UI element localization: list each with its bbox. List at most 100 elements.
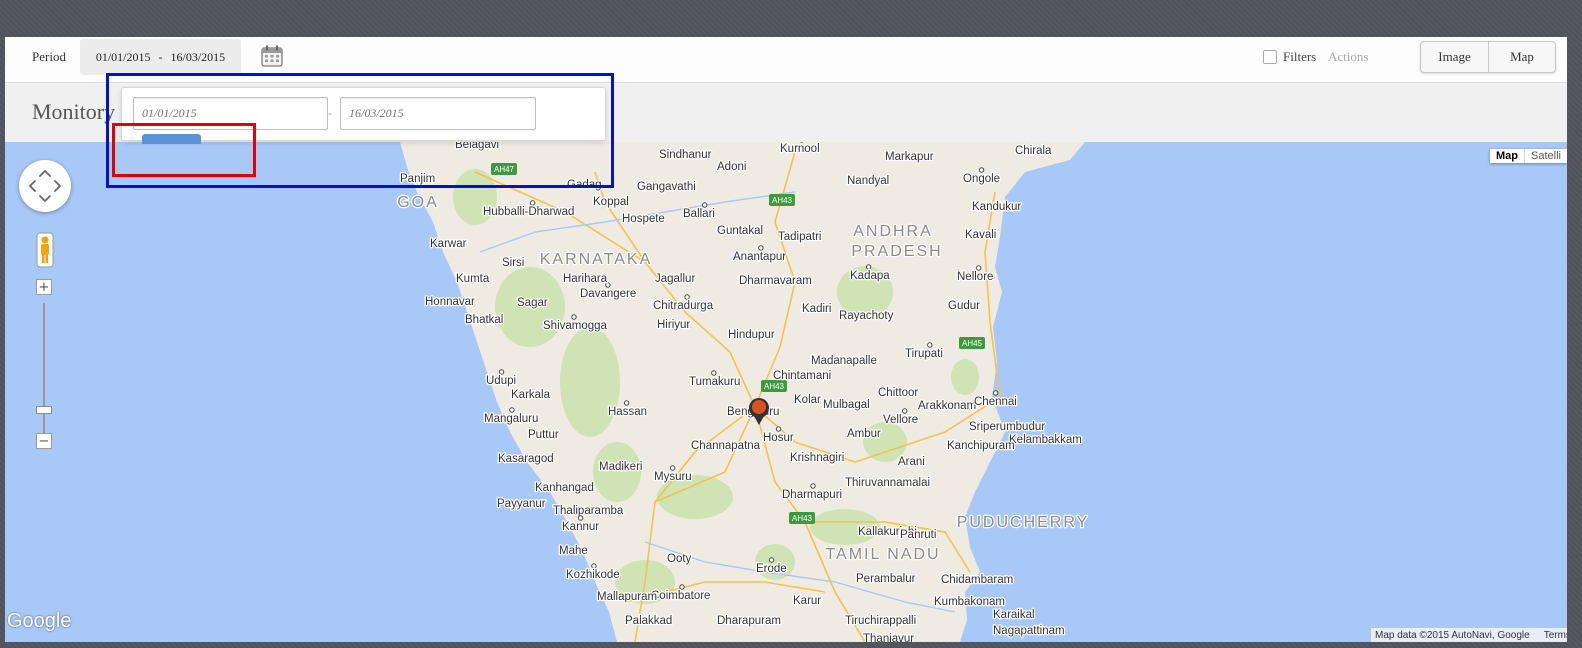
place-label: Markapur <box>885 151 934 163</box>
place-label: Shivamogga <box>543 320 608 332</box>
place-label: Panjim <box>400 173 435 185</box>
place-label: Guntakal <box>717 225 763 237</box>
page-title: Monitory <box>32 99 116 124</box>
place-label: Sirsi <box>502 257 524 269</box>
place-label: Kumta <box>456 273 490 285</box>
place-label: Palakkad <box>625 615 672 627</box>
period-range-field[interactable]: 01/01/2015 - 16/03/2015 <box>80 39 241 75</box>
place-label: Kumbakonam <box>934 596 1005 608</box>
svg-text:AH43: AH43 <box>772 196 793 205</box>
place-dot <box>768 557 775 563</box>
place-label: Chintamani <box>773 370 831 382</box>
map-type-control: Map Satelli <box>1490 149 1567 163</box>
place-label: Chitradurga <box>653 300 714 312</box>
calendar-icon[interactable] <box>260 44 284 68</box>
place-label: Harihara <box>563 273 608 285</box>
place-label: Belagavi <box>455 142 499 151</box>
place-label: Coimbatore <box>651 590 710 602</box>
place-label: Hindupur <box>728 329 775 341</box>
place-label: Tiruchirappalli <box>845 615 916 627</box>
svg-text:PRADESH: PRADESH <box>851 243 942 260</box>
svg-text:AH43: AH43 <box>764 382 785 391</box>
start-date-input[interactable] <box>133 97 328 130</box>
place-label: Payyanur <box>497 498 546 510</box>
place-dot <box>591 563 597 569</box>
date-separator: - <box>328 106 332 120</box>
filters-toggle[interactable]: Filters <box>1263 49 1316 65</box>
image-view-button[interactable]: Image <box>1421 42 1488 72</box>
place-dot <box>758 245 764 251</box>
place-label: Bhatkal <box>465 314 503 326</box>
place-dot <box>577 515 584 521</box>
map-type-satellite-button[interactable]: Satelli <box>1524 149 1567 163</box>
place-label: Hospete <box>622 213 665 225</box>
place-label: Thaliparamba <box>553 505 624 517</box>
place-label: Kelambakkam <box>1009 434 1082 446</box>
period-start: 01/01/2015 <box>95 49 151 64</box>
place-label: Kanchipuram <box>947 440 1015 452</box>
zoom-slider-track[interactable] <box>43 303 45 441</box>
place-label: Madanapalle <box>811 355 877 367</box>
place-label: Kanhangad <box>535 482 594 494</box>
actions-link[interactable]: Actions <box>1328 49 1368 65</box>
place-label: Mulbagal <box>823 399 870 411</box>
map-type-map-button[interactable]: Map <box>1490 149 1524 163</box>
place-label: Chittoor <box>878 387 918 399</box>
place-dot <box>571 314 577 320</box>
zoom-slider-thumb[interactable] <box>36 406 52 414</box>
place-label: Kozhikode <box>566 569 620 581</box>
place-dot <box>711 370 717 376</box>
terms-link[interactable]: Terms of <box>1544 630 1567 641</box>
place-label: Rayachoty <box>839 310 894 322</box>
place-label: Krishnagiri <box>790 452 844 464</box>
map-view-button[interactable]: Map <box>1488 42 1555 72</box>
svg-text:KARNATAKA: KARNATAKA <box>540 251 653 268</box>
place-label: Panruti <box>900 529 936 541</box>
place-label: Adoni <box>717 161 746 173</box>
zoom-in-button[interactable]: + <box>36 279 52 295</box>
place-label: Arakkonam <box>918 400 976 412</box>
place-label: Karkala <box>511 389 551 401</box>
street-view-pegman-icon[interactable] <box>36 232 54 268</box>
place-label: Mallapuram <box>597 591 657 603</box>
place-label: Dharmavaram <box>739 275 812 287</box>
place-label: Anantapur <box>733 251 786 263</box>
pan-arrows-icon <box>28 169 62 203</box>
pan-control[interactable] <box>19 160 71 212</box>
map-attribution: Map data ©2015 AutoNavi, Google Terms of <box>1371 628 1567 642</box>
place-label: Ooty <box>667 553 692 565</box>
period-separator: - <box>158 49 163 64</box>
place-label: Jagallur <box>655 273 695 285</box>
place-label: Sriperumbudur <box>969 421 1045 433</box>
apply-button[interactable] <box>142 134 201 144</box>
end-date-input[interactable] <box>340 97 536 130</box>
place-label: Hiriyur <box>657 319 690 331</box>
place-label: Udupi <box>486 375 516 387</box>
place-label: Ballari <box>683 208 715 220</box>
zoom-out-button[interactable]: − <box>36 433 52 449</box>
map-canvas[interactable]: AH47 AH43 AH43 AH45 AH43 GOA KARNATAKA A… <box>5 142 1567 642</box>
filters-checkbox[interactable] <box>1263 50 1277 64</box>
map-view[interactable]: AH47 AH43 AH43 AH45 AH43 GOA KARNATAKA A… <box>5 142 1567 642</box>
place-label: Kadiri <box>802 303 831 315</box>
svg-text:AH45: AH45 <box>962 339 983 348</box>
place-dot <box>902 408 908 414</box>
place-dot <box>978 167 985 173</box>
place-label: Puttur <box>528 429 559 441</box>
svg-text:AH43: AH43 <box>792 514 813 523</box>
place-label: Tirupati <box>905 348 943 360</box>
svg-text:PUDUCHERRY: PUDUCHERRY <box>957 514 1090 531</box>
place-label: Kandukur <box>972 201 1021 213</box>
place-dot <box>529 200 536 206</box>
place-label: Sindhanur <box>659 149 712 161</box>
app-window: Period 01/01/2015 - 16/03/2015 Filters A… <box>5 37 1567 642</box>
place-label: Mahe <box>559 545 588 557</box>
place-label: Ambur <box>847 428 881 440</box>
place-label: Hosur <box>763 432 794 444</box>
place-dot <box>775 426 782 432</box>
place-label: Mysuru <box>654 471 692 483</box>
top-toolbar: Period 01/01/2015 - 16/03/2015 Filters A… <box>5 37 1567 83</box>
place-label: Kasaragod <box>498 453 554 465</box>
place-label: Davangere <box>580 288 636 300</box>
period-end: 16/03/2015 <box>170 49 226 64</box>
